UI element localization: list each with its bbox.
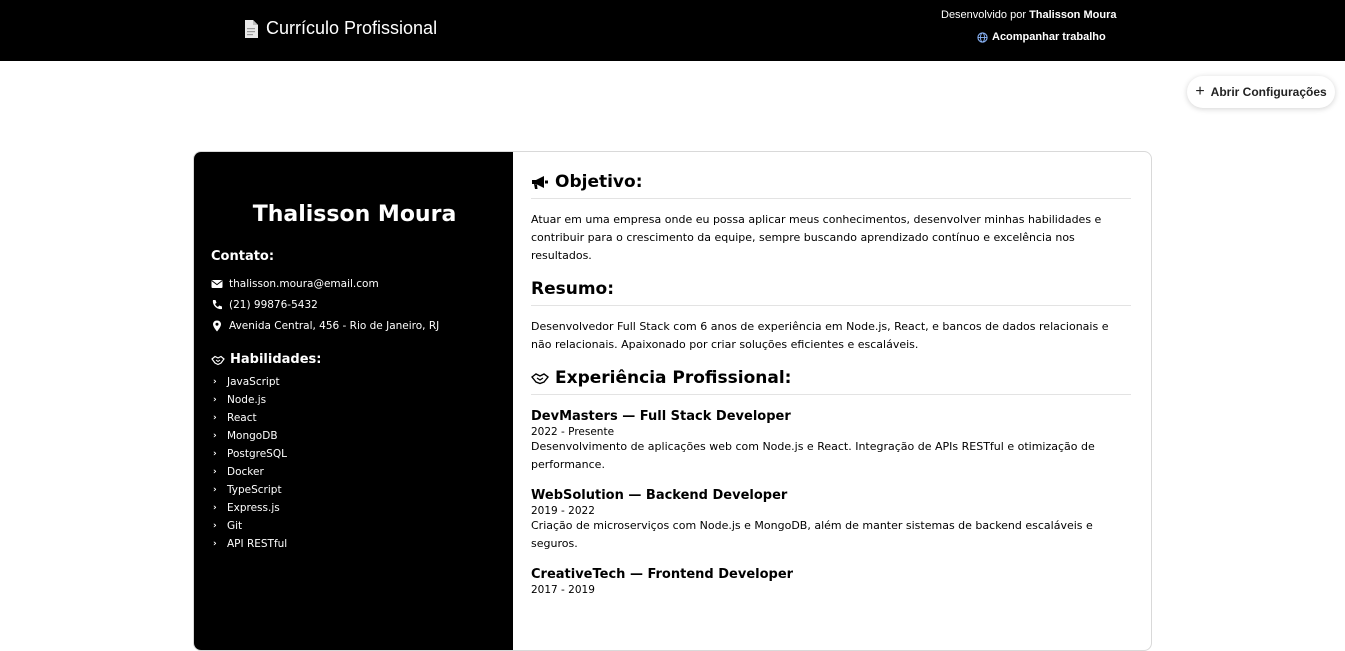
skill-item: › MongoDB bbox=[213, 427, 496, 445]
chevron-right-icon: › bbox=[213, 539, 217, 549]
skill-label: PostgreSQL bbox=[227, 448, 287, 460]
job-period: 2017 - 2019 bbox=[531, 584, 595, 596]
resume-sidebar: Thalisson Moura Contato: thalisson.moura… bbox=[194, 152, 513, 650]
skill-item: › Node.js bbox=[213, 391, 496, 409]
job-entry: DevMasters — Full Stack Developer 2022 - … bbox=[531, 409, 1131, 474]
jobs-list: DevMasters — Full Stack Developer 2022 - … bbox=[531, 409, 1131, 596]
skill-item: › JavaScript bbox=[213, 373, 496, 391]
contact-phone: (21) 99876-5432 bbox=[211, 294, 496, 315]
skill-item: › TypeScript bbox=[213, 481, 496, 499]
job-entry: WebSolution — Backend Developer 2019 - 20… bbox=[531, 488, 1131, 553]
developer-credit: Desenvolvido por Thalisson Moura bbox=[941, 9, 1116, 21]
objective-text: Atuar em uma empresa onde eu possa aplic… bbox=[531, 213, 1102, 262]
resume-main: Objetivo: Atuar em uma empresa onde eu p… bbox=[513, 152, 1151, 650]
skill-item: › PostgreSQL bbox=[213, 445, 496, 463]
contact-address-text: Avenida Central, 456 - Rio de Janeiro, R… bbox=[229, 319, 440, 332]
skills-heading: Habilidades: bbox=[211, 352, 496, 367]
follow-work-label: Acompanhar trabalho bbox=[992, 31, 1106, 43]
contact-address: Avenida Central, 456 - Rio de Janeiro, R… bbox=[211, 315, 496, 336]
skill-label: Git bbox=[227, 520, 243, 532]
experience-heading-label: Experiência Profissional: bbox=[555, 368, 792, 388]
contact-list: thalisson.moura@email.com (21) 99876-543… bbox=[211, 273, 496, 336]
job-desc: Desenvolvimento de aplicações web com No… bbox=[531, 440, 1095, 471]
job-title: DevMasters — Full Stack Developer bbox=[531, 409, 791, 424]
job-entry: CreativeTech — Frontend Developer 2017 - … bbox=[531, 567, 1131, 596]
map-pin-icon bbox=[213, 320, 221, 331]
open-settings-button[interactable]: + Abrir Configurações bbox=[1187, 76, 1335, 108]
credit-name: Thalisson Moura bbox=[1029, 9, 1117, 21]
skill-item: › Docker bbox=[213, 463, 496, 481]
job-desc: Criação de microserviços com Node.js e M… bbox=[531, 519, 1093, 550]
chevron-right-icon: › bbox=[213, 413, 217, 423]
contact-email-text: thalisson.moura@email.com bbox=[229, 277, 379, 290]
skill-label: TypeScript bbox=[227, 484, 282, 496]
phone-icon bbox=[212, 299, 222, 309]
summary-section: Resumo: Desenvolvedor Full Stack com 6 a… bbox=[531, 279, 1131, 354]
objective-heading: Objetivo: bbox=[531, 172, 1131, 199]
candidate-name: Thalisson Moura bbox=[252, 202, 457, 227]
skill-label: API RESTful bbox=[227, 538, 288, 550]
skill-item: › Express.js bbox=[213, 499, 496, 517]
objective-section: Objetivo: Atuar em uma empresa onde eu p… bbox=[531, 172, 1131, 265]
globe-icon bbox=[977, 31, 988, 43]
plus-icon: + bbox=[1195, 83, 1205, 100]
job-title: WebSolution — Backend Developer bbox=[531, 488, 788, 503]
top-header: Currículo Profissional Desenvolvido por … bbox=[0, 0, 1345, 61]
chevron-right-icon: › bbox=[213, 467, 217, 477]
skill-label: Express.js bbox=[227, 502, 280, 514]
skill-label: Node.js bbox=[227, 394, 267, 406]
credit-prefix: Desenvolvido por bbox=[941, 9, 1026, 21]
handshake-icon bbox=[531, 373, 549, 385]
skill-item: › API RESTful bbox=[213, 535, 496, 553]
contact-phone-text: (21) 99876-5432 bbox=[229, 298, 318, 311]
brand: Currículo Profissional bbox=[244, 18, 437, 39]
chevron-right-icon: › bbox=[213, 485, 217, 495]
skill-label: Docker bbox=[227, 466, 264, 478]
handshake-icon bbox=[211, 355, 225, 365]
follow-work-link[interactable]: Acompanhar trabalho bbox=[977, 31, 1106, 43]
resume-card: Thalisson Moura Contato: thalisson.moura… bbox=[193, 151, 1152, 651]
chevron-right-icon: › bbox=[213, 431, 217, 441]
chevron-right-icon: › bbox=[213, 503, 217, 513]
skill-label: React bbox=[227, 412, 257, 424]
envelope-icon bbox=[211, 279, 223, 288]
summary-heading: Resumo: bbox=[531, 279, 1131, 306]
job-title: CreativeTech — Frontend Developer bbox=[531, 567, 794, 582]
app-title: Currículo Profissional bbox=[266, 18, 438, 38]
job-period: 2022 - Presente bbox=[531, 426, 615, 438]
chevron-right-icon: › bbox=[213, 377, 217, 387]
skill-item: › React bbox=[213, 409, 496, 427]
open-settings-label: Abrir Configurações bbox=[1210, 85, 1327, 99]
summary-text: Desenvolvedor Full Stack com 6 anos de e… bbox=[531, 320, 1109, 351]
experience-section: Experiência Profissional: DevMasters — F… bbox=[531, 368, 1131, 596]
skill-label: MongoDB bbox=[227, 430, 278, 442]
experience-heading: Experiência Profissional: bbox=[531, 368, 1131, 395]
skills-heading-label: Habilidades: bbox=[230, 352, 322, 367]
chevron-right-icon: › bbox=[213, 395, 217, 405]
chevron-right-icon: › bbox=[213, 449, 217, 459]
contact-heading-label: Contato: bbox=[211, 249, 275, 264]
objective-heading-label: Objetivo: bbox=[555, 172, 643, 192]
skills-list: › JavaScript › Node.js › React › MongoDB › Postgr… bbox=[211, 373, 496, 553]
skill-item: › Git bbox=[213, 517, 496, 535]
job-period: 2019 - 2022 bbox=[531, 505, 595, 517]
megaphone-icon bbox=[532, 175, 548, 189]
document-icon bbox=[245, 19, 258, 38]
contact-email: thalisson.moura@email.com bbox=[211, 273, 496, 294]
chevron-right-icon: › bbox=[213, 521, 217, 531]
skill-label: JavaScript bbox=[227, 376, 280, 388]
contact-heading: Contato: bbox=[211, 249, 496, 264]
